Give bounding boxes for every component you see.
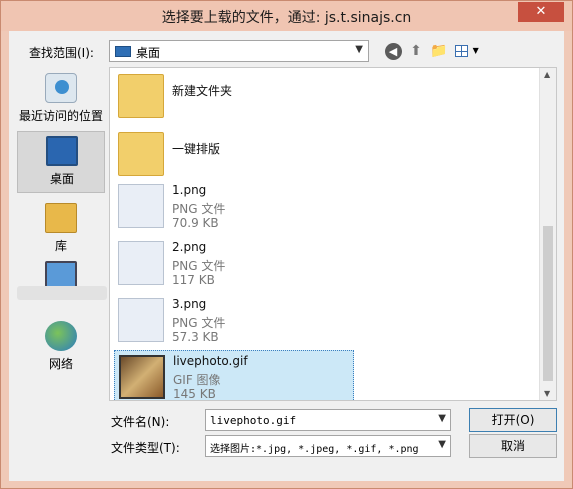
chevron-down-icon: ▼ bbox=[438, 439, 446, 450]
chevron-down-icon: ▼ bbox=[472, 46, 479, 55]
lookin-value: 桌面 bbox=[136, 46, 161, 60]
library-icon bbox=[45, 203, 77, 233]
open-button[interactable]: 打开(O) bbox=[469, 408, 557, 432]
file-name: 新建文件夹 bbox=[172, 84, 233, 98]
file-list[interactable]: 新建文件夹 一键排版 1.png PNG 文件 70.9 KB 2.png PN… bbox=[109, 67, 557, 401]
file-open-dialog: 选择要上载的文件，通过: js.t.sinajs.cn ✕ 查找范围(I): 桌… bbox=[0, 0, 573, 489]
new-folder-button[interactable]: 📁 bbox=[429, 41, 449, 61]
file-name: 1.png bbox=[172, 183, 207, 197]
folder-icon bbox=[118, 132, 164, 176]
list-item[interactable]: 一键排版 bbox=[114, 128, 354, 184]
file-size: 57.3 KB bbox=[172, 330, 219, 344]
list-item-selected[interactable]: livephoto.gif GIF 图像 145 KB bbox=[114, 350, 354, 401]
back-button[interactable]: ◀ bbox=[383, 41, 403, 61]
filename-input[interactable] bbox=[206, 410, 426, 430]
file-name: 2.png bbox=[172, 240, 207, 254]
view-menu-button[interactable]: ▼ bbox=[452, 41, 482, 61]
title-bar[interactable]: 选择要上载的文件，通过: js.t.sinajs.cn ✕ bbox=[1, 1, 572, 31]
dialog-body: 查找范围(I): 桌面 ▼ ◀ ⬆ 📁 ▼ 最近访问的位置 桌面 库 网络 新建… bbox=[9, 31, 564, 481]
list-item[interactable]: 3.png PNG 文件 57.3 KB bbox=[114, 294, 354, 350]
place-label: 最近访问的位置 bbox=[18, 109, 103, 123]
view-menu-icon bbox=[455, 45, 469, 57]
image-thumbnail bbox=[119, 355, 165, 399]
place-desktop[interactable]: 桌面 bbox=[17, 131, 105, 193]
up-folder-button[interactable]: ⬆ bbox=[406, 41, 426, 61]
folder-icon bbox=[118, 74, 164, 118]
filename-label: 文件名(N): bbox=[111, 415, 170, 429]
lookin-label: 查找范围(I): bbox=[29, 46, 94, 60]
file-size: 70.9 KB bbox=[172, 216, 219, 230]
list-item[interactable]: 2.png PNG 文件 117 KB bbox=[114, 237, 354, 293]
dialog-title: 选择要上载的文件，通过: js.t.sinajs.cn bbox=[161, 10, 412, 26]
computer-label-redacted bbox=[17, 286, 107, 300]
scroll-up-icon[interactable]: ▲ bbox=[544, 70, 550, 79]
file-type: GIF 图像 bbox=[173, 373, 221, 387]
up-folder-icon: ⬆ bbox=[410, 43, 422, 59]
place-label: 库 bbox=[54, 239, 67, 253]
back-icon: ◀ bbox=[384, 43, 402, 60]
file-type: PNG 文件 bbox=[172, 259, 226, 273]
filetype-dropdown[interactable]: 选择图片:*.jpg, *.jpeg, *.gif, *.png ▼ bbox=[205, 435, 451, 457]
cancel-button[interactable]: 取消 bbox=[469, 434, 557, 458]
list-item[interactable]: 1.png PNG 文件 70.9 KB bbox=[114, 180, 354, 236]
place-label: 网络 bbox=[48, 357, 73, 371]
list-item[interactable]: 新建文件夹 bbox=[114, 70, 354, 126]
file-size: 117 KB bbox=[172, 273, 215, 287]
recent-icon bbox=[45, 73, 77, 103]
file-type: PNG 文件 bbox=[172, 316, 226, 330]
image-thumbnail bbox=[118, 298, 164, 342]
file-name: livephoto.gif bbox=[173, 354, 248, 368]
new-folder-icon: 📁 bbox=[430, 43, 448, 59]
filename-field[interactable]: ▼ bbox=[205, 409, 451, 431]
place-recent[interactable]: 最近访问的位置 bbox=[17, 69, 105, 131]
image-thumbnail bbox=[118, 241, 164, 285]
filetype-label: 文件类型(T): bbox=[111, 441, 180, 455]
close-button[interactable]: ✕ bbox=[518, 2, 564, 22]
place-library[interactable]: 库 bbox=[17, 199, 105, 261]
lookin-dropdown[interactable]: 桌面 ▼ bbox=[109, 40, 369, 62]
network-icon bbox=[45, 321, 77, 351]
places-bar: 最近访问的位置 桌面 库 网络 bbox=[17, 69, 105, 397]
filetype-value: 选择图片:*.jpg, *.jpeg, *.gif, *.png bbox=[210, 444, 419, 455]
vertical-scrollbar[interactable]: ▲ ▼ bbox=[539, 68, 556, 400]
file-name: 一键排版 bbox=[172, 142, 221, 156]
scroll-down-icon[interactable]: ▼ bbox=[544, 389, 550, 398]
chevron-down-icon[interactable]: ▼ bbox=[438, 413, 446, 424]
file-name: 3.png bbox=[172, 297, 207, 311]
image-thumbnail bbox=[118, 184, 164, 228]
desktop-icon bbox=[46, 136, 78, 166]
desktop-icon bbox=[115, 46, 131, 57]
scrollbar-thumb[interactable] bbox=[543, 226, 553, 381]
chevron-down-icon: ▼ bbox=[355, 44, 363, 55]
file-type: PNG 文件 bbox=[172, 202, 226, 216]
file-size: 145 KB bbox=[173, 387, 216, 401]
place-label: 桌面 bbox=[49, 172, 74, 186]
place-network[interactable]: 网络 bbox=[17, 317, 105, 379]
